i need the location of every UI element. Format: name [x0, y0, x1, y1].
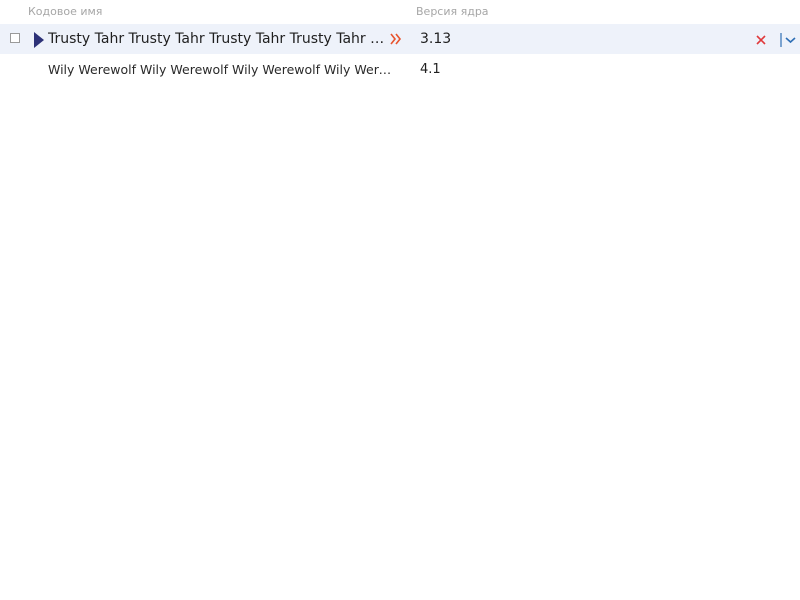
- triangle-right-icon: [34, 32, 44, 48]
- kernel-version-cell: 4.1: [420, 62, 441, 77]
- code-name-cell: Wily Werewolf Wily Werewolf Wily Werewol…: [48, 62, 398, 77]
- table-header: Кодовое имя Версия ядра: [0, 0, 800, 24]
- table-row[interactable]: Trusty Tahr Trusty Tahr Trusty Tahr Trus…: [0, 24, 800, 54]
- code-name-cell: Trusty Tahr Trusty Tahr Trusty Tahr Trus…: [48, 31, 390, 47]
- chevron-down-icon[interactable]: [778, 31, 798, 49]
- data-grid: Кодовое имя Версия ядра Trusty Tahr Trus…: [0, 0, 800, 600]
- column-header-kernel-version[interactable]: Версия ядра: [416, 5, 489, 18]
- close-icon[interactable]: [754, 33, 768, 47]
- double-chevron-right-icon[interactable]: [389, 29, 403, 49]
- table-row[interactable]: Wily Werewolf Wily Werewolf Wily Werewol…: [0, 55, 800, 85]
- column-header-code-name[interactable]: Кодовое имя: [28, 5, 102, 18]
- kernel-version-cell: 3.13: [420, 31, 452, 47]
- row-checkbox[interactable]: [10, 33, 20, 43]
